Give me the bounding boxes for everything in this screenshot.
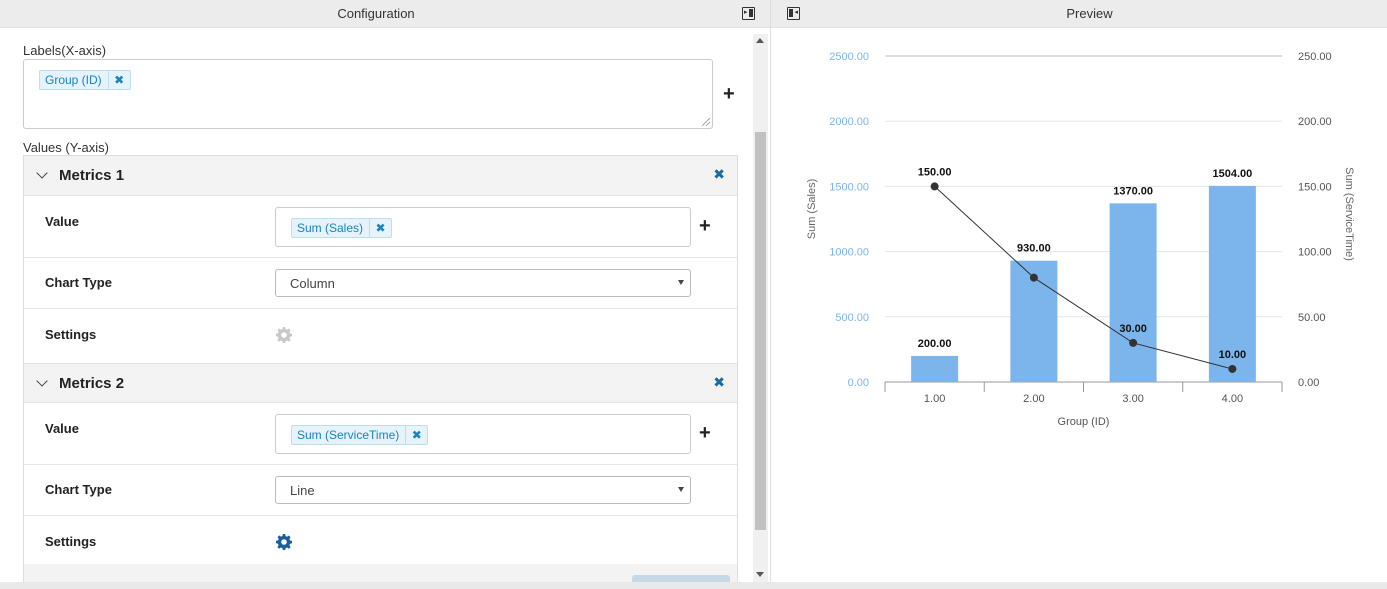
metrics-2-settings-row: Settings: [24, 516, 737, 564]
bar-data-label: 930.00: [1017, 243, 1051, 255]
metrics-1-chart-type-select[interactable]: Column: [275, 269, 691, 297]
configuration-scroll-area: Labels(X-axis) Group (ID) ✖ + Values (Y-…: [8, 34, 753, 582]
value-label: Value: [45, 214, 79, 229]
value-chip-text: Sum (Sales): [297, 221, 364, 235]
y-left-tick-label: 1000.00: [829, 247, 869, 259]
metrics-1-chart-type-row: Chart Type Column: [24, 258, 737, 309]
add-value-button[interactable]: +: [699, 423, 711, 443]
labels-x-axis-label: Labels(X-axis): [23, 43, 107, 58]
line-point: [1029, 273, 1038, 282]
configuration-title: Configuration: [337, 6, 415, 21]
metrics-2-value-field[interactable]: Sum (ServiceTime) ✖: [275, 414, 691, 454]
y-left-tick-label: 500.00: [835, 312, 869, 324]
line-point: [930, 182, 939, 191]
series-line: [934, 186, 1233, 370]
add-value-button[interactable]: +: [699, 216, 711, 236]
x-tick-label: 3.00: [1122, 393, 1143, 405]
values-y-axis-label: Values (Y-axis): [23, 140, 109, 155]
bar: [911, 355, 959, 382]
remove-chip-icon[interactable]: ✖: [405, 426, 427, 444]
y-left-tick-label: 2500.00: [829, 51, 869, 63]
chevron-down-icon[interactable]: [36, 167, 48, 179]
value-chip-text: Sum (ServiceTime): [297, 428, 400, 442]
scrollbar-thumb[interactable]: [755, 132, 766, 530]
y-left-tick-label: 2000.00: [829, 116, 869, 128]
remove-metrics-2-icon[interactable]: ✖: [713, 374, 725, 391]
labels-x-axis-field[interactable]: Group (ID) ✖: [23, 59, 713, 129]
remove-metrics-1-icon[interactable]: ✖: [713, 166, 725, 183]
settings-label: Settings: [45, 534, 97, 549]
y-left-axis-title: Sum (Sales): [806, 179, 818, 240]
metrics-2-chart-type-select[interactable]: Line: [275, 476, 691, 504]
bar: [1109, 203, 1157, 382]
value-label: Value: [45, 421, 79, 436]
preview-header: ◂ Preview: [771, 0, 1387, 28]
metrics-1-value-row: Value Sum (Sales) ✖ +: [24, 197, 737, 258]
caret-down-icon: [678, 280, 684, 285]
add-metric-button[interactable]: [632, 575, 730, 582]
preview-chart: 0.00 500.00 1000.00 1500.00 2000.00 2500.00 0.…: [806, 51, 1355, 428]
preview-title: Preview: [1066, 6, 1113, 21]
x-tick-label: 4.00: [1222, 393, 1243, 405]
label-chip-text: Group (ID): [45, 73, 102, 87]
metrics-1-value-field[interactable]: Sum (Sales) ✖: [275, 207, 691, 247]
chart-type-value: Line: [290, 483, 315, 498]
metrics-footer: [24, 564, 737, 582]
gear-icon[interactable]: [276, 327, 292, 343]
bar-data-label: 200.00: [918, 338, 952, 350]
line-point: [1228, 364, 1237, 373]
metrics-2-chart-type-row: Chart Type Line: [24, 465, 737, 516]
caret-down-icon: [678, 487, 684, 492]
value-chip-sum-servicetime: Sum (ServiceTime) ✖: [291, 425, 429, 445]
configuration-scrollbar[interactable]: [753, 34, 768, 582]
line-point: [1129, 338, 1138, 347]
y-right-tick-label: 0.00: [1298, 377, 1319, 389]
metrics-1-title: Metrics 1: [59, 167, 125, 184]
configuration-header: Configuration ▸: [0, 0, 770, 28]
metrics-2-value-row: Value Sum (ServiceTime) ✖ +: [24, 404, 737, 465]
gear-icon[interactable]: [276, 534, 292, 550]
resize-grip-icon[interactable]: [702, 118, 710, 126]
x-tick-label: 1.00: [924, 393, 945, 405]
metrics-1-settings-row: Settings: [24, 309, 737, 357]
metrics-container: Metrics 1 ✖ Value Sum (Sales) ✖ + Chart …: [23, 155, 738, 582]
add-label-button[interactable]: +: [723, 84, 735, 104]
y-right-tick-label: 100.00: [1298, 247, 1332, 259]
y-right-tick-label: 200.00: [1298, 116, 1332, 128]
chevron-down-icon[interactable]: [36, 375, 48, 387]
chart-type-label: Chart Type: [45, 275, 112, 290]
y-right-tick-label: 150.00: [1298, 181, 1332, 193]
chart-type-label: Chart Type: [45, 482, 112, 497]
y-left-tick-label: 1500.00: [829, 181, 869, 193]
chart-type-value: Column: [290, 276, 335, 291]
preview-panel: ◂ Preview 0.00 500.00 1000.00 1500.00 2000.0…: [770, 0, 1387, 582]
remove-chip-icon[interactable]: ✖: [107, 71, 130, 89]
collapse-configuration-icon[interactable]: ▸: [742, 7, 755, 20]
bar-data-label: 1504.00: [1212, 168, 1252, 180]
y-right-tick-label: 250.00: [1298, 51, 1332, 63]
configuration-panel: Configuration ▸ Labels(X-axis) Group (ID…: [0, 0, 770, 589]
metrics-1-header[interactable]: Metrics 1 ✖: [24, 156, 737, 196]
scroll-down-icon[interactable]: [756, 572, 764, 577]
line-data-label: 30.00: [1119, 323, 1147, 335]
scroll-up-icon[interactable]: [756, 38, 764, 43]
remove-chip-icon[interactable]: ✖: [369, 219, 391, 237]
y-left-tick-label: 0.00: [848, 377, 869, 389]
y-right-tick-label: 50.00: [1298, 312, 1326, 324]
line-data-label: 150.00: [918, 166, 952, 178]
bar-data-label: 1370.00: [1113, 185, 1153, 197]
x-tick-label: 2.00: [1023, 393, 1044, 405]
metrics-2-title: Metrics 2: [59, 375, 125, 392]
x-axis-title: Group (ID): [1058, 416, 1110, 428]
y-right-axis-title: Sum (ServiceTime): [1343, 167, 1355, 261]
value-chip-sum-sales: Sum (Sales) ✖: [291, 218, 393, 238]
bottom-strip: [0, 582, 1387, 589]
settings-label: Settings: [45, 327, 97, 342]
metrics-2-header[interactable]: Metrics 2 ✖: [24, 363, 737, 403]
label-chip-group-id: Group (ID) ✖: [39, 70, 131, 90]
line-data-label: 10.00: [1219, 349, 1247, 361]
